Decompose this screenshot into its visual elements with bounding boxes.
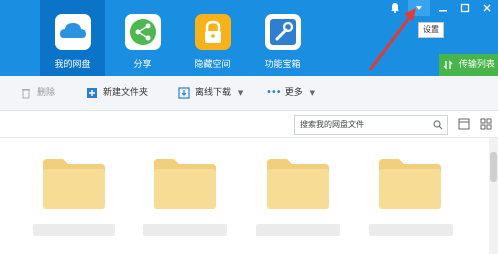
toolbar: 删除 新建文件夹 离线下载 ▼ ••• 更多 ▼ xyxy=(0,76,498,111)
file-grid xyxy=(0,138,498,254)
search-placeholder: 搜索我的网盘文件 xyxy=(300,120,364,129)
maximize-button[interactable] xyxy=(454,0,476,16)
address-bar: 搜索我的网盘文件 xyxy=(0,111,498,138)
lock-icon xyxy=(195,14,231,50)
nav-label: 我的网盘 xyxy=(54,60,91,70)
top-navigation-bar: 我的网盘 分享 隐藏空间 功能宝箱 设置 传输列表 xyxy=(0,0,498,76)
trash-icon xyxy=(20,87,32,99)
folder-name-blurred xyxy=(143,224,227,236)
close-button[interactable] xyxy=(476,0,498,16)
transfer-icon xyxy=(443,59,453,70)
dots-icon: ••• xyxy=(266,87,282,98)
nav-label: 分享 xyxy=(133,60,152,70)
scrollbar-thumb[interactable] xyxy=(490,152,497,182)
settings-tooltip: 设置 xyxy=(418,22,444,38)
nav-item-share[interactable]: 分享 xyxy=(110,0,175,76)
transfer-label: 传输列表 xyxy=(458,60,495,70)
share-icon xyxy=(125,14,161,50)
chevron-down-icon: ▼ xyxy=(237,89,244,97)
folder-icon[interactable] xyxy=(379,157,441,209)
list-view-icon[interactable] xyxy=(458,118,470,130)
annotation-arrow xyxy=(368,8,416,71)
nav-item-toolbox[interactable]: 功能宝箱 xyxy=(250,0,315,76)
new-folder-button[interactable]: 新建文件夹 xyxy=(86,84,148,102)
vertical-scrollbar[interactable] xyxy=(489,138,498,254)
folder-name-blurred xyxy=(256,224,340,236)
toolbox-icon xyxy=(265,14,301,50)
grid-view-icon[interactable] xyxy=(480,118,492,130)
cloud-icon xyxy=(55,14,91,50)
more-button[interactable]: ••• 更多 ▼ xyxy=(266,84,315,102)
chevron-down-icon: ▼ xyxy=(309,89,315,97)
search-icon[interactable] xyxy=(433,120,443,130)
new-folder-icon xyxy=(86,87,98,99)
minimize-button[interactable] xyxy=(432,0,454,16)
folder-icon[interactable] xyxy=(154,157,216,209)
offline-download-button[interactable]: 离线下载 ▼ xyxy=(178,84,243,102)
folder-name-blurred xyxy=(369,224,453,236)
folder-name-blurred xyxy=(33,224,115,236)
folder-icon[interactable] xyxy=(43,157,105,209)
nav-item-hidden-space[interactable]: 隐藏空间 xyxy=(180,0,245,76)
folder-icon[interactable] xyxy=(267,157,329,209)
transfer-list-button[interactable]: 传输列表 xyxy=(439,54,498,76)
delete-button[interactable]: 删除 xyxy=(20,84,55,102)
download-icon xyxy=(178,86,190,99)
nav-label: 隐藏空间 xyxy=(194,60,231,70)
nav-label: 功能宝箱 xyxy=(264,60,301,70)
search-input[interactable]: 搜索我的网盘文件 xyxy=(294,115,448,135)
nav-item-my-disk[interactable]: 我的网盘 xyxy=(40,0,105,76)
